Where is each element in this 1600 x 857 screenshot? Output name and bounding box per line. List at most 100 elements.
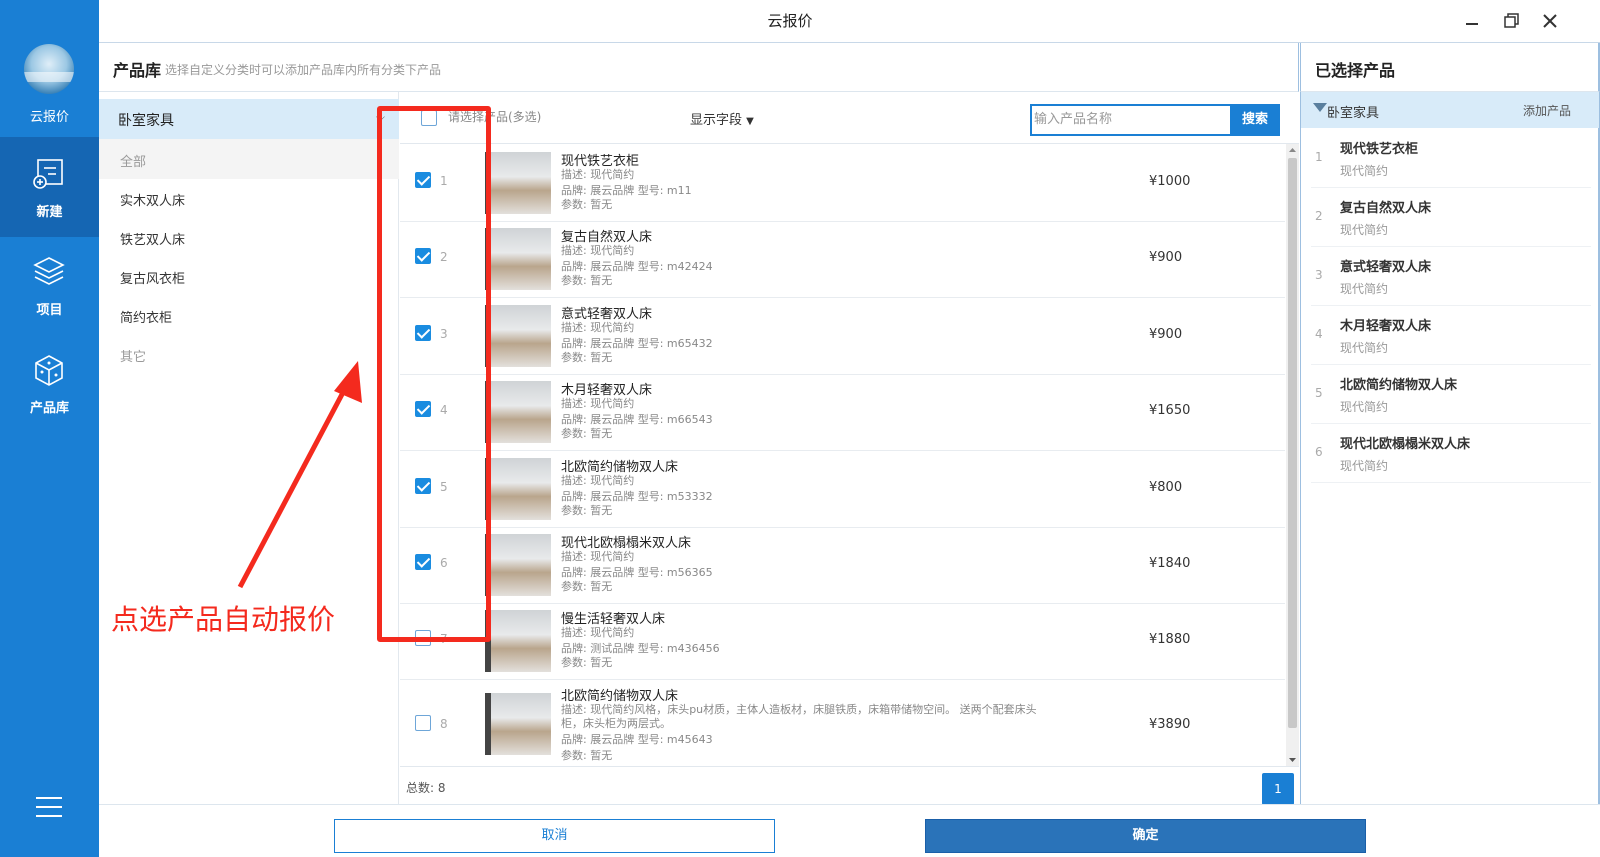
selected-item[interactable]: 4 木月轻奢双人床 现代简约 <box>1311 305 1591 365</box>
table-row[interactable]: 8 北欧简约储物双人床 描述: 现代简约风格，床头pu材质，主体人造板材，床腿铁质，… <box>400 679 1285 766</box>
new-quote-icon <box>33 159 63 189</box>
search-button[interactable]: 搜索 <box>1230 104 1280 136</box>
selected-item[interactable]: 1 现代铁艺衣柜 现代简约 <box>1311 128 1591 188</box>
product-params: 参数: 暂无 <box>561 351 613 364</box>
selected-item-number: 6 <box>1315 445 1323 459</box>
product-brand: 品牌: 测试品牌 型号: m436456 <box>561 642 720 655</box>
product-brand: 品牌: 展云品牌 型号: m42424 <box>561 260 713 273</box>
display-fields-label: 显示字段 <box>690 113 743 128</box>
scroll-up-icon[interactable] <box>1288 146 1297 154</box>
triangle-down-icon[interactable] <box>1313 103 1327 112</box>
annotation-text: 点选产品自动报价 <box>111 603 336 636</box>
table-row[interactable]: 2 复古自然双人床 描述: 现代简约 品牌: 展云品牌 型号: m42424 参数: 暂… <box>400 220 1285 298</box>
product-name: 木月轻奢双人床 <box>561 383 653 398</box>
product-desc: 描述: 现代简约 <box>561 397 635 410</box>
table-row[interactable]: 5 北欧简约储物双人床 描述: 现代简约 品牌: 展云品牌 型号: m53332 参数:… <box>400 450 1285 528</box>
scroll-down-icon[interactable] <box>1288 756 1297 764</box>
sidebar-item-label: 项目 <box>36 303 63 318</box>
selected-item-name: 意式轻奢双人床 <box>1340 260 1432 275</box>
page-button[interactable]: 1 <box>1262 773 1294 805</box>
category-label: 复古风衣柜 <box>120 272 186 287</box>
sidebar-item-new[interactable]: 新建 <box>0 137 99 237</box>
selected-item-name: 复古自然双人床 <box>1340 201 1432 216</box>
product-price: ¥1000 <box>1149 174 1191 189</box>
selected-item-name: 木月轻奢双人床 <box>1340 319 1432 334</box>
selected-item[interactable]: 5 北欧简约储物双人床 现代简约 <box>1311 364 1591 424</box>
selected-item[interactable]: 2 复古自然双人床 现代简约 <box>1311 187 1591 247</box>
product-thumbnail <box>485 458 551 520</box>
category-item[interactable]: 简约衣柜 <box>99 295 399 335</box>
selected-item-sub: 现代简约 <box>1340 459 1389 473</box>
selected-item-number: 5 <box>1315 386 1323 400</box>
category-label: 全部 <box>120 155 147 170</box>
selected-item[interactable]: 3 意式轻奢双人床 现代简约 <box>1311 246 1591 306</box>
category-group[interactable]: 卧室家具 ⌵ <box>99 99 399 139</box>
product-thumbnail <box>485 534 551 596</box>
scrollbar-thumb[interactable] <box>1288 158 1297 728</box>
logo-label: 云报价 <box>29 110 69 125</box>
table-row[interactable]: 6 现代北欧榻榻米双人床 描述: 现代简约 品牌: 展云品牌 型号: m56365 参数… <box>400 526 1285 604</box>
add-product-button[interactable]: 添加产品 <box>1523 102 1571 119</box>
product-library-header: 产品库 选择自定义分类时可以添加产品库内所有分类下产品 <box>99 43 1299 92</box>
selected-item-sub: 现代简约 <box>1340 400 1389 414</box>
category-label: 简约衣柜 <box>120 311 173 326</box>
product-desc: 描述: 现代简约 <box>561 168 635 181</box>
selected-item-name: 北欧简约储物双人床 <box>1340 378 1458 393</box>
header-hint: 选择自定义分类时可以添加产品库内所有分类下产品 <box>165 63 442 77</box>
minimize-icon[interactable] <box>1461 10 1483 32</box>
confirm-button[interactable]: 确定 <box>925 819 1366 853</box>
sidebar-logo: 云报价 <box>0 0 99 137</box>
selected-item-name: 现代铁艺衣柜 <box>1340 142 1419 157</box>
product-brand: 品牌: 展云品牌 型号: m11 <box>561 184 692 197</box>
product-name: 北欧简约储物双人床 <box>561 689 679 704</box>
table-row[interactable]: 4 木月轻奢双人床 描述: 现代简约 品牌: 展云品牌 型号: m66543 参数: 暂… <box>400 373 1285 451</box>
product-thumbnail <box>485 305 551 367</box>
selected-products-pane: 卧室家具 添加产品 1 现代铁艺衣柜 现代简约 2 复古自然双人床 现代简约 3 意式轻奢双人… <box>1300 92 1600 804</box>
product-price: ¥800 <box>1149 480 1183 495</box>
sidebar-item-projects[interactable]: 项目 <box>0 235 99 335</box>
selected-title: 已选择产品 <box>1315 61 1396 80</box>
table-row[interactable]: 1 现代铁艺衣柜 描述: 现代简约 品牌: 展云品牌 型号: m11 参数: 暂无 ¥10… <box>400 144 1285 222</box>
sidebar-item-label: 新建 <box>36 205 63 220</box>
product-thumbnail <box>485 228 551 290</box>
selected-item[interactable]: 6 现代北欧榻榻米双人床 现代简约 <box>1311 423 1591 483</box>
product-brand: 品牌: 展云品牌 型号: m66543 <box>561 413 713 426</box>
selected-item-number: 2 <box>1315 209 1323 223</box>
restore-icon[interactable] <box>1500 10 1522 32</box>
product-thumbnail <box>485 152 551 214</box>
category-item[interactable]: 复古风衣柜 <box>99 256 399 296</box>
product-params: 参数: 暂无 <box>561 427 613 440</box>
table-row[interactable]: 3 意式轻奢双人床 描述: 现代简约 品牌: 展云品牌 型号: m65432 参数: 暂… <box>400 297 1285 375</box>
sidebar-item-label: 产品库 <box>29 401 69 416</box>
table-row[interactable]: 7 慢生活轻奢双人床 描述: 现代简约 品牌: 测试品牌 型号: m436456 参数:… <box>400 602 1285 680</box>
category-item[interactable]: 实木双人床 <box>99 178 399 218</box>
product-thumbnail <box>485 610 551 672</box>
product-params: 参数: 暂无 <box>561 656 613 669</box>
category-label: 铁艺双人床 <box>120 233 186 248</box>
dialog-footer: 取消 确定 <box>99 804 1600 857</box>
page-title: 产品库 <box>113 61 162 80</box>
avatar <box>24 44 74 94</box>
sidebar-item-products[interactable]: 产品库 <box>0 333 99 433</box>
cancel-button[interactable]: 取消 <box>334 819 775 853</box>
product-name: 北欧简约储物双人床 <box>561 460 679 475</box>
selected-item-sub: 现代简约 <box>1340 341 1389 355</box>
scrollbar[interactable] <box>1286 144 1299 766</box>
category-group-label: 卧室家具 <box>118 113 174 129</box>
product-params: 参数: 暂无 <box>561 198 613 211</box>
hamburger-icon[interactable] <box>36 797 62 817</box>
annotation-highlight-box <box>377 106 491 642</box>
search-input[interactable]: 输入产品名称 <box>1030 104 1230 136</box>
category-item-all[interactable]: 全部 <box>99 139 399 179</box>
selected-item-sub: 现代简约 <box>1340 282 1389 296</box>
row-checkbox[interactable] <box>415 715 431 731</box>
product-name: 复古自然双人床 <box>561 230 653 245</box>
product-thumbnail <box>485 693 551 755</box>
product-price: ¥1840 <box>1149 556 1191 571</box>
category-label: 其它 <box>120 350 147 365</box>
window-title: 云报价 <box>767 12 813 30</box>
product-name: 慢生活轻奢双人床 <box>561 612 666 627</box>
close-icon[interactable] <box>1539 10 1561 32</box>
display-fields-dropdown[interactable]: 显示字段 ▼ <box>690 109 754 128</box>
category-item[interactable]: 铁艺双人床 <box>99 217 399 257</box>
